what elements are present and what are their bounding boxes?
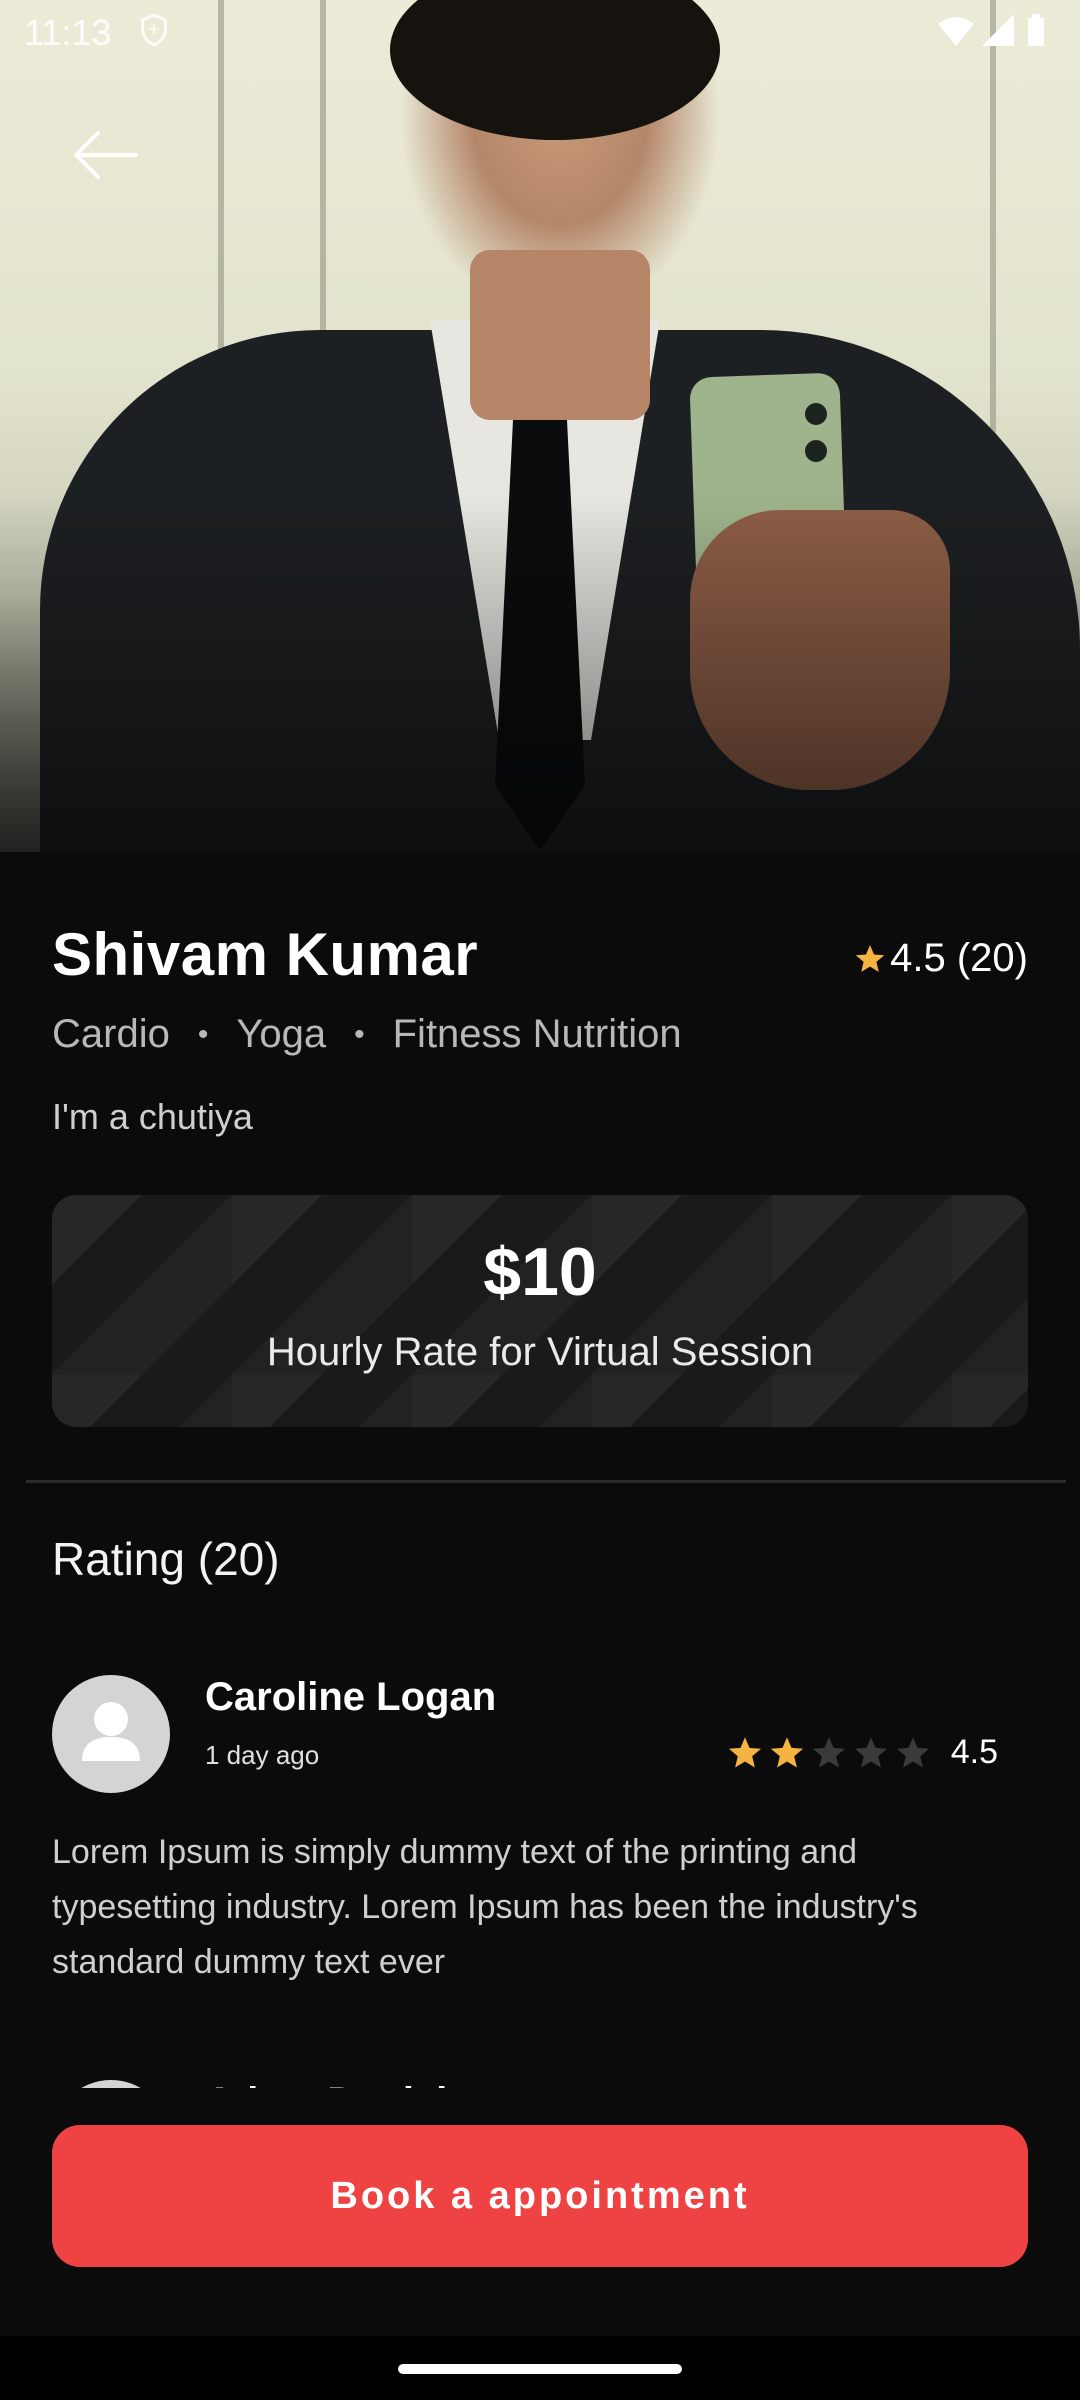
trainer-name: Shivam Kumar bbox=[52, 921, 479, 988]
specialties-list: Cardio • Yoga • Fitness Nutrition bbox=[52, 1012, 682, 1057]
system-icons bbox=[938, 14, 1044, 46]
hourly-rate-price: $10 bbox=[483, 1234, 597, 1310]
person-icon bbox=[82, 1702, 140, 1761]
star-icon bbox=[855, 944, 885, 972]
rating-summary-text: 4.5 (20) bbox=[890, 936, 1028, 980]
separator-dot: • bbox=[354, 1017, 365, 1051]
star-icon bbox=[770, 1736, 803, 1768]
review-time: 1 day ago bbox=[205, 1740, 320, 1770]
rating-summary: 4.5 (20) bbox=[854, 936, 1028, 981]
reviewer-name: Caroline Logan bbox=[205, 1675, 497, 1719]
hourly-rate-card: $10 Hourly Rate for Virtual Session bbox=[52, 1195, 1028, 1427]
specialty-item: Fitness Nutrition bbox=[392, 1012, 682, 1056]
shield-icon bbox=[141, 14, 167, 46]
avatar bbox=[52, 1675, 170, 1793]
star-icon bbox=[728, 1736, 761, 1768]
status-time: 11:13 bbox=[24, 12, 112, 53]
review-stars: 4.5 bbox=[727, 1733, 998, 1772]
book-appointment-button[interactable]: Book a appointment bbox=[52, 2125, 1028, 2267]
review-text: Lorem Ipsum is simply dummy text of the … bbox=[52, 1833, 918, 1981]
arrow-left-icon[interactable] bbox=[70, 128, 140, 182]
star-empty-icon bbox=[896, 1736, 929, 1768]
system-nav-bar bbox=[0, 2336, 1080, 2400]
section-divider bbox=[26, 1480, 1066, 1483]
star-empty-icon bbox=[812, 1736, 845, 1768]
hourly-rate-label: Hourly Rate for Virtual Session bbox=[266, 1330, 814, 1374]
review-score: 4.5 bbox=[950, 1733, 998, 1771]
battery-icon bbox=[1028, 14, 1044, 46]
trainer-bio: I'm a chutiya bbox=[52, 1096, 253, 1137]
separator-dot: • bbox=[197, 1017, 209, 1051]
ratings-title: Rating (20) bbox=[52, 1533, 280, 1585]
home-gesture-handle[interactable] bbox=[398, 2364, 682, 2374]
status-bar: 11:13 bbox=[0, 0, 1080, 64]
signal-icon bbox=[982, 14, 1014, 46]
specialty-item: Cardio bbox=[52, 1012, 170, 1056]
star-empty-icon bbox=[854, 1736, 887, 1768]
specialty-item: Yoga bbox=[236, 1012, 327, 1056]
wifi-icon bbox=[938, 17, 974, 46]
trainer-photo bbox=[0, 0, 1080, 852]
